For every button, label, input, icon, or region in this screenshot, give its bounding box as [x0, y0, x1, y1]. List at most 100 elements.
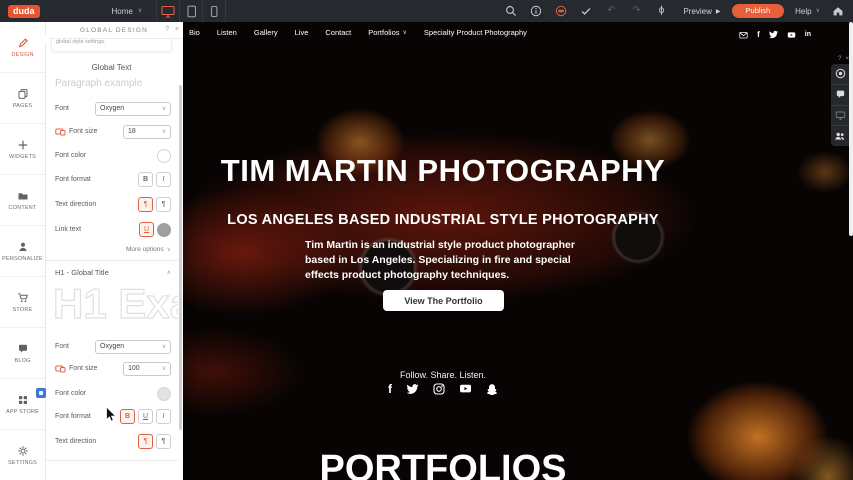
preview-button[interactable]: Preview ▶: [683, 7, 720, 16]
panel-title: GLOBAL DESIGN: [80, 27, 148, 34]
sidebar-item-settings[interactable]: SETTINGS: [0, 430, 45, 480]
chevron-down-icon: ∨: [138, 8, 142, 14]
twitter-icon[interactable]: [769, 30, 778, 39]
instagram-icon[interactable]: [433, 383, 445, 395]
font-size-value: 18: [128, 128, 136, 135]
record-button[interactable]: [831, 64, 849, 85]
panel-help-button[interactable]: ?: [165, 26, 169, 33]
h1-text-direction-row: Text direction ¶ ¶: [55, 434, 171, 449]
code-icon: ɸ: [659, 6, 665, 16]
more-options-link[interactable]: More options ∨: [126, 246, 171, 253]
chevron-down-icon: ∨: [816, 8, 820, 14]
sidebar-item-pages[interactable]: PAGES: [0, 73, 45, 124]
assistant-button[interactable]: [554, 4, 568, 18]
snapchat-icon[interactable]: [486, 383, 498, 395]
info-button[interactable]: [529, 4, 543, 18]
facebook-icon[interactable]: f: [757, 31, 760, 39]
screen-share-button[interactable]: [831, 106, 849, 127]
panel-scrollbar[interactable]: [179, 85, 182, 430]
sidebar-item-app-store[interactable]: APP STORE: [0, 379, 45, 430]
tablet-icon: [185, 5, 198, 18]
preview-scrollbar-thumb[interactable]: [849, 22, 853, 236]
sidebar-item-content[interactable]: CONTENT: [0, 175, 45, 226]
nav-item-specialty[interactable]: Specialty Product Photography: [424, 28, 527, 37]
sidebar-item-label: WIDGETS: [9, 154, 36, 160]
nav-item-portfolios[interactable]: Portfolios ∨: [368, 28, 407, 37]
font-size-select[interactable]: 18 ∨: [123, 125, 171, 139]
help-menu[interactable]: Help ∨: [795, 7, 820, 16]
link-color-swatch[interactable]: [157, 223, 171, 237]
sidebar-item-design[interactable]: DESIGN: [0, 22, 45, 73]
page-selector[interactable]: Home ∨: [112, 7, 143, 16]
view-portfolio-button[interactable]: View The Portfolio: [383, 290, 504, 311]
record-icon: [835, 68, 846, 79]
h1-italic-button[interactable]: I: [156, 409, 171, 424]
h1-font-select[interactable]: Oxygen ∨: [95, 340, 171, 354]
h1-bold-button[interactable]: B: [120, 409, 135, 424]
sidebar-item-blog[interactable]: BLOG: [0, 328, 45, 379]
check-icon: [580, 5, 592, 17]
scrolled-note-text: global style settings.: [56, 39, 106, 45]
sidebar-item-label: APP STORE: [6, 409, 39, 415]
facebook-icon[interactable]: f: [388, 383, 392, 395]
nav-item-listen[interactable]: Listen: [217, 28, 237, 37]
h1-font-size-select[interactable]: 100 ∨: [123, 362, 171, 376]
search-button[interactable]: [504, 4, 518, 18]
duda-logo[interactable]: duda: [8, 5, 40, 18]
font-color-row: Font color: [55, 148, 171, 163]
h1-direction-rtl-button[interactable]: ¶: [156, 434, 171, 449]
sidebar-item-label: SETTINGS: [8, 460, 37, 466]
dev-mode-button[interactable]: ɸ: [654, 4, 668, 18]
email-icon[interactable]: [739, 31, 748, 39]
youtube-icon[interactable]: [459, 383, 472, 395]
sidebar-item-personalize[interactable]: PERSONALIZE: [0, 226, 45, 277]
nav-item-gallery[interactable]: Gallery: [254, 28, 278, 37]
participants-button[interactable]: [831, 126, 849, 146]
hero-description[interactable]: Tim Martin is an industrial style produc…: [305, 238, 575, 284]
panel-body: global style settings. Global Text Parag…: [45, 38, 178, 480]
comment-button[interactable]: [831, 85, 849, 106]
h1-direction-ltr-button[interactable]: ¶: [138, 434, 153, 449]
responsive-devices-icon: [55, 128, 66, 136]
chevron-up-icon: ∧: [167, 270, 171, 276]
youtube-icon[interactable]: [787, 31, 796, 39]
redo-button[interactable]: ↷: [629, 4, 643, 18]
sidebar-item-store[interactable]: STORE: [0, 277, 45, 328]
direction-ltr-button[interactable]: ¶: [138, 197, 153, 212]
h1-font-size-label: Font size: [55, 365, 97, 373]
saved-check-button[interactable]: [579, 4, 593, 18]
speech-bubble-icon: [17, 343, 29, 355]
sidebar-item-label: DESIGN: [11, 52, 33, 58]
linkedin-icon[interactable]: in: [805, 31, 811, 38]
font-color-swatch[interactable]: [157, 149, 171, 163]
desktop-view-button[interactable]: [157, 0, 179, 22]
panel-close-button[interactable]: ×: [175, 26, 179, 33]
dashboard-home-button[interactable]: [831, 4, 845, 18]
nav-item-bio[interactable]: Bio: [189, 28, 200, 37]
h1-section-header[interactable]: H1 - Global Title ∧: [55, 268, 171, 277]
gear-icon: [17, 445, 29, 457]
sidebar-item-widgets[interactable]: WIDGETS: [0, 124, 45, 175]
bold-button[interactable]: B: [138, 172, 153, 187]
font-select[interactable]: Oxygen ∨: [95, 102, 171, 116]
sidebar-item-label: PERSONALIZE: [2, 256, 43, 262]
direction-rtl-button[interactable]: ¶: [156, 197, 171, 212]
hero-title[interactable]: TIM MARTIN PHOTOGRAPHY: [183, 154, 703, 188]
portfolios-section-title[interactable]: PORTFOLIOS: [183, 448, 703, 480]
twitter-icon[interactable]: [406, 383, 419, 395]
site-canvas[interactable]: Bio Listen Gallery Live Contact Portfoli…: [183, 22, 853, 480]
page-selector-label: Home: [112, 7, 133, 16]
h1-underline-button[interactable]: U: [138, 409, 153, 424]
undo-button[interactable]: ↶: [604, 4, 618, 18]
italic-button[interactable]: I: [156, 172, 171, 187]
tablet-view-button[interactable]: [180, 0, 202, 22]
link-underline-button[interactable]: U: [139, 222, 154, 237]
overlay-help-button[interactable]: ?: [838, 56, 841, 62]
nav-item-contact[interactable]: Contact: [325, 28, 351, 37]
h1-font-color-swatch[interactable]: [157, 387, 171, 401]
duda-editor: duda Home ∨: [0, 0, 853, 480]
publish-button[interactable]: Publish: [732, 4, 785, 18]
mobile-view-button[interactable]: [203, 0, 225, 22]
nav-item-live[interactable]: Live: [295, 28, 309, 37]
hero-subtitle[interactable]: LOS ANGELES BASED INDUSTRIAL STYLE PHOTO…: [183, 212, 703, 228]
